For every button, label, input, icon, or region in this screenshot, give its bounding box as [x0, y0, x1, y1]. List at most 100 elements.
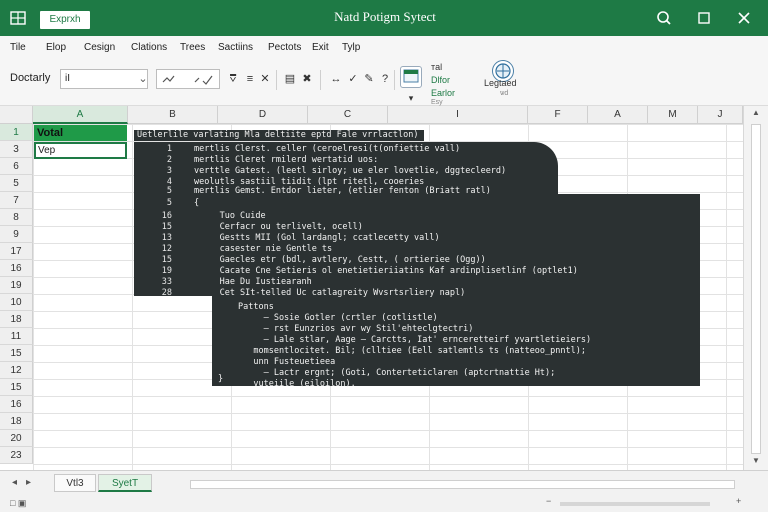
cancel-icon[interactable]: ✕ — [258, 71, 272, 87]
scroll-up-icon[interactable]: ▲ — [750, 108, 762, 117]
column-header-j[interactable]: J — [698, 106, 743, 124]
table-format-button[interactable] — [400, 66, 422, 88]
menu-item-sactiins[interactable]: Sactiins — [218, 42, 253, 53]
view-mode-icons[interactable]: □ ▣ — [10, 498, 26, 509]
search-icon[interactable] — [654, 8, 674, 28]
tab-next-icon[interactable]: ▸ — [26, 477, 31, 488]
row-header[interactable]: 15 — [0, 379, 33, 396]
zoom-in-button[interactable]: + — [736, 496, 741, 506]
code-line: mertlis Gemst. Entdor lieter, (etlier fe… — [194, 186, 491, 196]
brush-icon[interactable]: ✓ — [346, 71, 360, 87]
align-icon[interactable]: ▤ — [283, 71, 297, 87]
restore-icon[interactable] — [694, 8, 714, 28]
table-icon — [403, 69, 419, 83]
column-header-d[interactable]: D — [218, 106, 308, 124]
clear-icon[interactable]: ✖ — [300, 71, 314, 87]
row-header[interactable]: 3 — [0, 141, 33, 158]
ribbon-label-2[interactable]: Dlfor — [431, 75, 450, 85]
code-line: Cerfacr ou terlivelt, ocell) — [194, 222, 363, 232]
sheet-tab-bar: ◂ ▸ Vtl3 SyetT — [0, 470, 768, 496]
code-line: mertlis Cleret rmilerd wertatid uos: — [194, 155, 379, 165]
row-header[interactable]: 18 — [0, 413, 33, 430]
code-line: – Lactr ergnt; (Goti, Conterteticlaren (… — [238, 368, 556, 378]
cell-a1[interactable]: Votal — [34, 125, 127, 141]
function-box[interactable] — [156, 69, 220, 89]
menu-item-tile[interactable]: Tile — [10, 42, 26, 53]
pen-icon[interactable]: ✎ — [362, 71, 376, 87]
column-header-a2[interactable]: A — [588, 106, 648, 124]
code-line-number: 5 — [166, 198, 172, 208]
row-header[interactable]: 16 — [0, 396, 33, 413]
select-all-corner[interactable] — [0, 106, 33, 124]
tab-prev-icon[interactable]: ◂ — [12, 477, 17, 488]
code-line: Pattons — [238, 302, 274, 312]
spreadsheet-grid[interactable]: A B D C I F A M J 1 3 6 5 7 8 9 17 16 19… — [0, 106, 768, 470]
menu-item-trees[interactable]: Trees — [180, 42, 205, 53]
zoom-out-button[interactable]: − — [546, 496, 551, 506]
row-header[interactable]: 9 — [0, 226, 33, 243]
scroll-down-icon[interactable]: ▼ — [750, 456, 762, 465]
formula-icons — [162, 75, 213, 85]
code-line: vuteiile (eiloilon). — [238, 379, 356, 389]
row-header[interactable]: 20 — [0, 430, 33, 447]
cut-icon[interactable]: ⩢ — [226, 71, 240, 87]
row-header[interactable]: 19 — [0, 277, 33, 294]
ribbon-label-5[interactable]: Legtaed — [484, 78, 517, 88]
row-header[interactable]: 5 — [0, 175, 33, 192]
help-icon[interactable]: ? — [378, 71, 392, 87]
menu-item-clations[interactable]: Clations — [131, 42, 167, 53]
name-box-input[interactable]: iI — [60, 69, 148, 89]
ribbon-label-6: ѡd — [500, 90, 509, 97]
code-line: Gaecles etr (bdl, avtlery, Cestt, ( orti… — [194, 255, 486, 265]
scrollbar-thumb[interactable] — [751, 124, 761, 454]
menu-item-elop[interactable]: Elop — [46, 42, 66, 53]
paste-icon[interactable]: ≡ — [243, 71, 257, 87]
column-header-a[interactable]: A — [33, 106, 128, 124]
column-header-m[interactable]: M — [648, 106, 698, 124]
app-grid-icon[interactable] — [10, 10, 26, 26]
horizontal-scrollbar[interactable] — [190, 480, 735, 489]
code-line-number: 16 — [161, 211, 172, 221]
code-line: momsentlocitet. Bil; (clltiee (Eell satl… — [238, 346, 586, 356]
code-line: { — [194, 198, 200, 208]
vertical-scrollbar[interactable]: ▲ ▼ — [743, 106, 768, 470]
row-header[interactable]: 7 — [0, 192, 33, 209]
code-line-number: 2 — [166, 155, 172, 165]
file-tab[interactable]: Exprxh — [40, 11, 90, 29]
chevron-down-icon[interactable]: ⌄ — [136, 71, 150, 87]
row-header[interactable]: 15 — [0, 345, 33, 362]
code-line: Hae Du Iustiearanh — [194, 277, 312, 287]
row-header[interactable]: 16 — [0, 260, 33, 277]
column-header-b[interactable]: B — [128, 106, 218, 124]
chart-icon[interactable]: ↔ — [329, 71, 343, 87]
row-header[interactable]: 18 — [0, 311, 33, 328]
code-line: Tuo Cuide — [194, 211, 266, 221]
ribbon-toolbar: Doctarly iI ⌄ ⩢ ≡ ✕ ▤ ✖ ↔ ✓ ✎ ? ▾ ᴛal Dl… — [0, 60, 768, 106]
tab-sheet-1[interactable]: Vtl3 — [54, 474, 96, 492]
row-header[interactable]: 1 — [0, 124, 33, 141]
column-header-c[interactable]: C — [308, 106, 388, 124]
dropdown-icon[interactable]: ▾ — [404, 90, 418, 106]
row-header[interactable]: 10 — [0, 294, 33, 311]
toolbar-separator — [320, 70, 321, 90]
ribbon-label-1[interactable]: ᴛal — [431, 62, 442, 72]
row-header[interactable]: 11 — [0, 328, 33, 345]
tab-sheet-2[interactable]: SyetT — [98, 474, 152, 492]
menu-item-tylp[interactable]: Tylp — [342, 42, 360, 53]
close-icon[interactable] — [734, 8, 754, 28]
menu-item-pectots[interactable]: Pectots — [268, 42, 301, 53]
ribbon-label-3[interactable]: Earlor — [431, 88, 455, 98]
row-header[interactable]: 8 — [0, 209, 33, 226]
menu-item-exit[interactable]: Exit — [312, 42, 329, 53]
row-header[interactable]: 12 — [0, 362, 33, 379]
row-header[interactable]: 17 — [0, 243, 33, 260]
row-header[interactable]: 23 — [0, 447, 33, 464]
cell-a2-selected[interactable]: Vep — [34, 142, 127, 159]
menu-item-cesign[interactable]: Cesign — [84, 42, 115, 53]
zoom-slider[interactable] — [560, 502, 710, 506]
row-header[interactable]: 6 — [0, 158, 33, 175]
code-line-number: 1 — [166, 144, 172, 154]
column-header-f[interactable]: F — [528, 106, 588, 124]
toolbar-separator — [276, 70, 277, 90]
column-header-i[interactable]: I — [388, 106, 528, 124]
